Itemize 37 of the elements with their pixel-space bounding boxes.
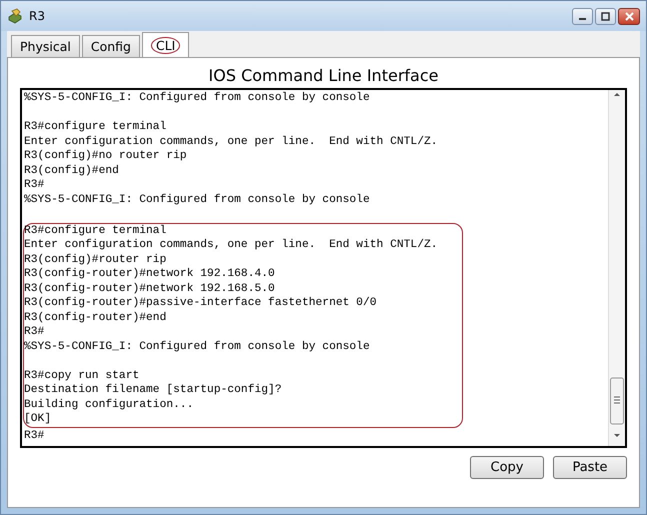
minimize-button[interactable] <box>572 8 593 24</box>
terminal-line: R3(config-router)#network 192.168.5.0 <box>24 282 276 296</box>
maximize-icon <box>601 12 610 20</box>
terminal-line: R3(config)#router rip <box>24 252 168 267</box>
terminal-line: %SYS-5-CONFIG_I: Configured from console by console <box>24 91 371 106</box>
terminal-line: Destination filename [startup-config]? <box>24 383 283 398</box>
terminal-line: R3(config-router)#network 192.168.4.0 <box>24 267 276 282</box>
tab[interactable]: CLI <box>142 32 190 57</box>
paste-button[interactable]: Paste <box>553 456 627 479</box>
minimize-icon <box>579 18 586 20</box>
panel-heading: IOS Command Line Interface <box>208 65 440 87</box>
router-icon <box>7 8 23 24</box>
copy-button[interactable]: Copy <box>470 456 544 479</box>
terminal-line: %SYS-5-CONFIG_I: Configured from console by console <box>24 192 371 207</box>
tab[interactable]: Config <box>82 35 140 57</box>
window-title: R3 <box>29 9 45 23</box>
terminal-area[interactable] <box>20 88 627 448</box>
terminal-line: R3# <box>24 428 46 443</box>
terminal-line: R3#configure terminal <box>24 224 168 238</box>
tab[interactable]: Physical <box>11 35 80 57</box>
close-icon <box>624 12 634 20</box>
terminal-line: R3(config)#no router rip <box>24 149 188 164</box>
terminal-line: R3(config-router)#end <box>24 310 168 325</box>
terminal-line: [OK] <box>24 412 52 426</box>
terminal-line: %SYS-5-CONFIG_I: Configured from console by console <box>24 340 371 354</box>
maximize-button[interactable] <box>595 8 616 24</box>
terminal-line: Enter configuration commands, one per line. End with CNTL/Z. <box>24 238 439 252</box>
terminal-line: R3(config)#end <box>24 164 120 178</box>
close-button[interactable] <box>618 8 640 24</box>
terminal-line: R3# <box>24 325 46 340</box>
terminal-line: R3#copy run start <box>24 368 140 383</box>
terminal-line: R3#configure terminal <box>24 120 168 134</box>
terminal-line: Building configuration... <box>24 398 194 412</box>
terminal-line: R3# <box>24 178 46 192</box>
terminal-line: R3(config-router)#passive-interface fastethernet 0/0 <box>24 296 378 310</box>
scrollbar[interactable] <box>608 90 625 446</box>
terminal-line: Enter configuration commands, one per line. End with CNTL/Z. <box>24 134 439 149</box>
